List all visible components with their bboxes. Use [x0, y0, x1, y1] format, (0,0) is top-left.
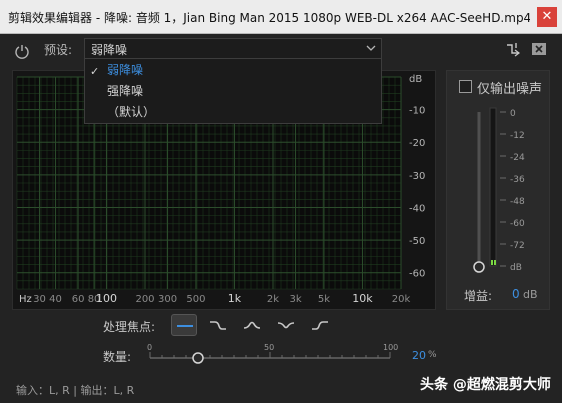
title-bar: 剪辑效果编辑器 - 降噪: 音频 1，Jian Bing Man 2015 10…	[0, 0, 562, 34]
check-icon: ✓	[90, 65, 100, 78]
gain-slider-thumb	[473, 261, 485, 273]
flat-focus-icon	[177, 325, 193, 327]
x-tick-label: 100	[96, 292, 117, 305]
meter-tick-label: -12	[510, 131, 525, 141]
x-tick-label: 200	[135, 294, 154, 305]
gain-value[interactable]: 0	[512, 287, 520, 301]
watermark: 头条 @超燃混剪大师	[420, 377, 551, 393]
processing-focus-label: 处理焦点:	[103, 320, 156, 334]
io-status: 输入：L, R | 输出：L, R	[16, 384, 135, 397]
meter-tick-label: -36	[510, 175, 525, 185]
notch-focus-button[interactable]	[273, 314, 299, 336]
high-focus-button[interactable]	[307, 314, 333, 336]
x-tick-label: 20k	[392, 294, 411, 305]
close-button[interactable]: ✕	[537, 7, 557, 27]
preset-select[interactable]: 弱降噪	[84, 38, 382, 59]
preset-value: 弱降噪	[91, 43, 128, 57]
y-tick-label: dB	[409, 74, 422, 85]
y-tick-label: -50	[409, 236, 425, 247]
meter-tick-label: -60	[510, 219, 525, 229]
notch-focus-icon	[277, 322, 295, 329]
x-tick-label: 3k	[289, 294, 301, 305]
chevron-down-icon	[366, 45, 376, 51]
amount-unit: %	[428, 350, 437, 360]
x-axis-label: Hz	[19, 294, 32, 305]
window-title: 剪辑效果编辑器 - 降噪: 音频 1，Jian Bing Man 2015 10…	[8, 11, 530, 25]
preset-label: 预设:	[44, 43, 73, 57]
meter-tick-label: -24	[510, 153, 525, 163]
x-tick-label: 60	[72, 294, 85, 305]
y-tick-label: -30	[409, 171, 425, 182]
output-noise-label: 仅输出噪声	[477, 82, 543, 97]
meter-level-right	[494, 260, 496, 265]
flat-focus-button[interactable]	[171, 314, 197, 336]
low-focus-button[interactable]	[205, 314, 231, 336]
preset-option[interactable]: 强降噪	[107, 82, 143, 99]
channel-routing-icon[interactable]	[505, 41, 521, 57]
meter-level-left	[491, 260, 493, 265]
slider-tick-label: 0	[147, 343, 153, 352]
slider-thumb	[192, 352, 204, 364]
high-focus-icon	[312, 321, 328, 330]
level-meter: 0 -12 -24 -36 -48 -60 -72 dB	[473, 107, 525, 273]
y-tick-label: -10	[409, 106, 425, 117]
gain-label: 增益:	[464, 289, 493, 303]
preset-dropdown: ✓ 弱降噪 强降噪 （默认）	[84, 58, 382, 124]
x-tick-label: 1k	[228, 292, 242, 305]
output-noise-checkbox[interactable]	[459, 80, 472, 93]
x-tick-label: 2k	[267, 294, 279, 305]
mid-focus-button[interactable]	[239, 314, 265, 336]
mid-focus-icon	[243, 321, 261, 329]
x-tick-label: 300	[158, 294, 177, 305]
slider-tick-label: 100	[383, 343, 399, 352]
y-tick-label: -20	[409, 138, 425, 149]
preset-option[interactable]: 弱降噪	[107, 61, 143, 78]
meter-tick-label: -72	[510, 241, 525, 251]
x-tick-label: 40	[49, 294, 62, 305]
low-focus-icon	[210, 321, 226, 330]
meter-tick-label: 0	[510, 109, 516, 119]
power-icon[interactable]	[14, 43, 30, 59]
x-tick-label: 10k	[352, 292, 373, 305]
x-tick-label: 5k	[318, 294, 330, 305]
preset-option[interactable]: （默认）	[107, 103, 155, 120]
amount-label: 数量:	[103, 350, 132, 364]
meter-tick-label: -48	[510, 197, 525, 207]
clear-icon[interactable]	[531, 42, 547, 56]
meter-track	[489, 107, 497, 267]
y-tick-label: -60	[409, 269, 425, 280]
y-tick-label: -40	[409, 203, 425, 214]
x-tick-label: 500	[186, 294, 205, 305]
amount-value[interactable]: 20	[412, 349, 426, 362]
meter-tick-label: dB	[510, 263, 522, 273]
slider-tick-label: 50	[264, 343, 275, 352]
gain-unit: dB	[523, 288, 538, 301]
x-tick-label: 30	[33, 294, 46, 305]
